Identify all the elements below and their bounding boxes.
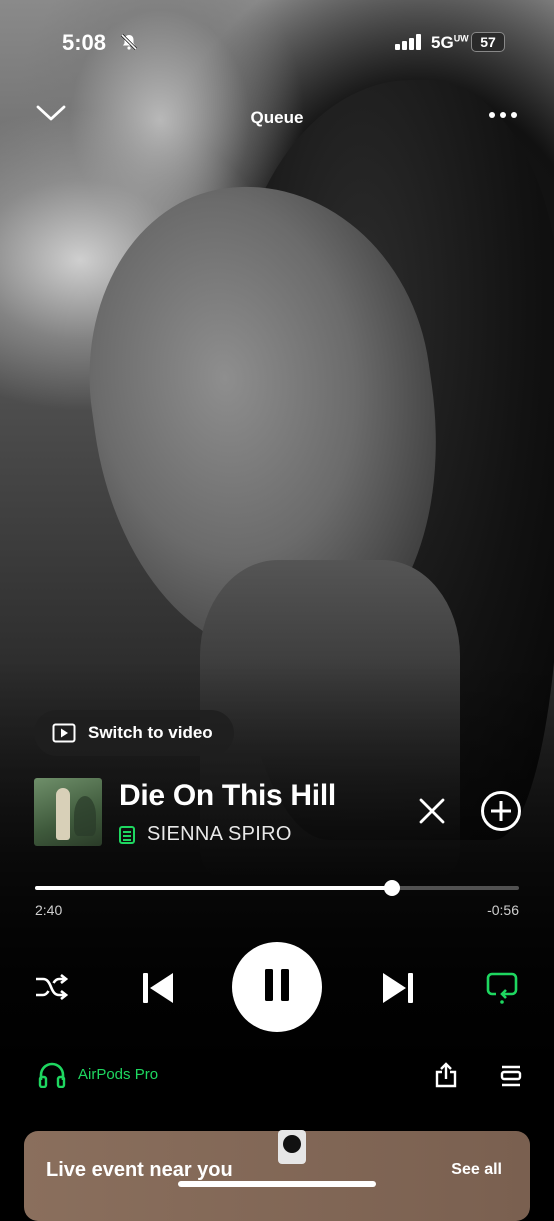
bell-slash-icon: [120, 33, 138, 56]
album-art-figure: [56, 788, 70, 840]
switch-to-video-label: Switch to video: [88, 723, 213, 742]
queue-icon[interactable]: [500, 1064, 522, 1093]
headphones-icon[interactable]: [38, 1062, 66, 1093]
add-icon[interactable]: [480, 790, 522, 837]
pause-button[interactable]: [232, 942, 322, 1032]
next-icon[interactable]: [380, 970, 416, 1011]
track-title[interactable]: Die On This Hill: [119, 779, 336, 813]
status-bar: 5:08 5GUW 57: [0, 28, 554, 58]
artist-row[interactable]: SIENNA SPIRO: [119, 823, 292, 846]
device-row: AirPods Pro: [0, 1062, 554, 1092]
video-icon: [52, 723, 76, 743]
lyrics-icon: [119, 825, 135, 844]
previous-icon[interactable]: [140, 970, 176, 1011]
album-art-shadow: [74, 796, 96, 836]
playback-controls: [0, 940, 554, 1032]
switch-to-video-button[interactable]: Switch to video: [34, 710, 234, 756]
album-art-thumbnail[interactable]: [34, 778, 102, 846]
track-artist: SIENNA SPIRO: [147, 823, 292, 845]
camera-indicator: [278, 1130, 306, 1164]
progress-bar[interactable]: [35, 880, 519, 896]
live-event-title: Live event near you: [46, 1159, 233, 1181]
top-bar: Queue: [0, 100, 554, 136]
home-indicator[interactable]: [178, 1181, 376, 1187]
status-time: 5:08: [62, 30, 107, 55]
battery-indicator: 57: [471, 32, 505, 52]
remaining-time: -0:56: [487, 902, 519, 918]
page-title: Queue: [250, 108, 304, 127]
elapsed-time: 2:40: [35, 902, 63, 918]
signal-icon: [395, 34, 423, 55]
repeat-icon[interactable]: [486, 970, 518, 1009]
shuffle-icon[interactable]: [34, 973, 69, 1005]
progress-fill: [35, 886, 392, 890]
see-all-link[interactable]: See all: [451, 1161, 502, 1179]
pause-icon: [264, 968, 290, 1006]
close-icon[interactable]: [416, 795, 448, 832]
network-label: 5GUW: [431, 33, 469, 52]
device-name[interactable]: AirPods Pro: [78, 1066, 158, 1083]
share-icon[interactable]: [434, 1062, 458, 1093]
live-event-card[interactable]: Live event near you See all: [24, 1131, 530, 1221]
more-icon[interactable]: [488, 106, 518, 124]
progress-handle[interactable]: [383, 880, 400, 896]
